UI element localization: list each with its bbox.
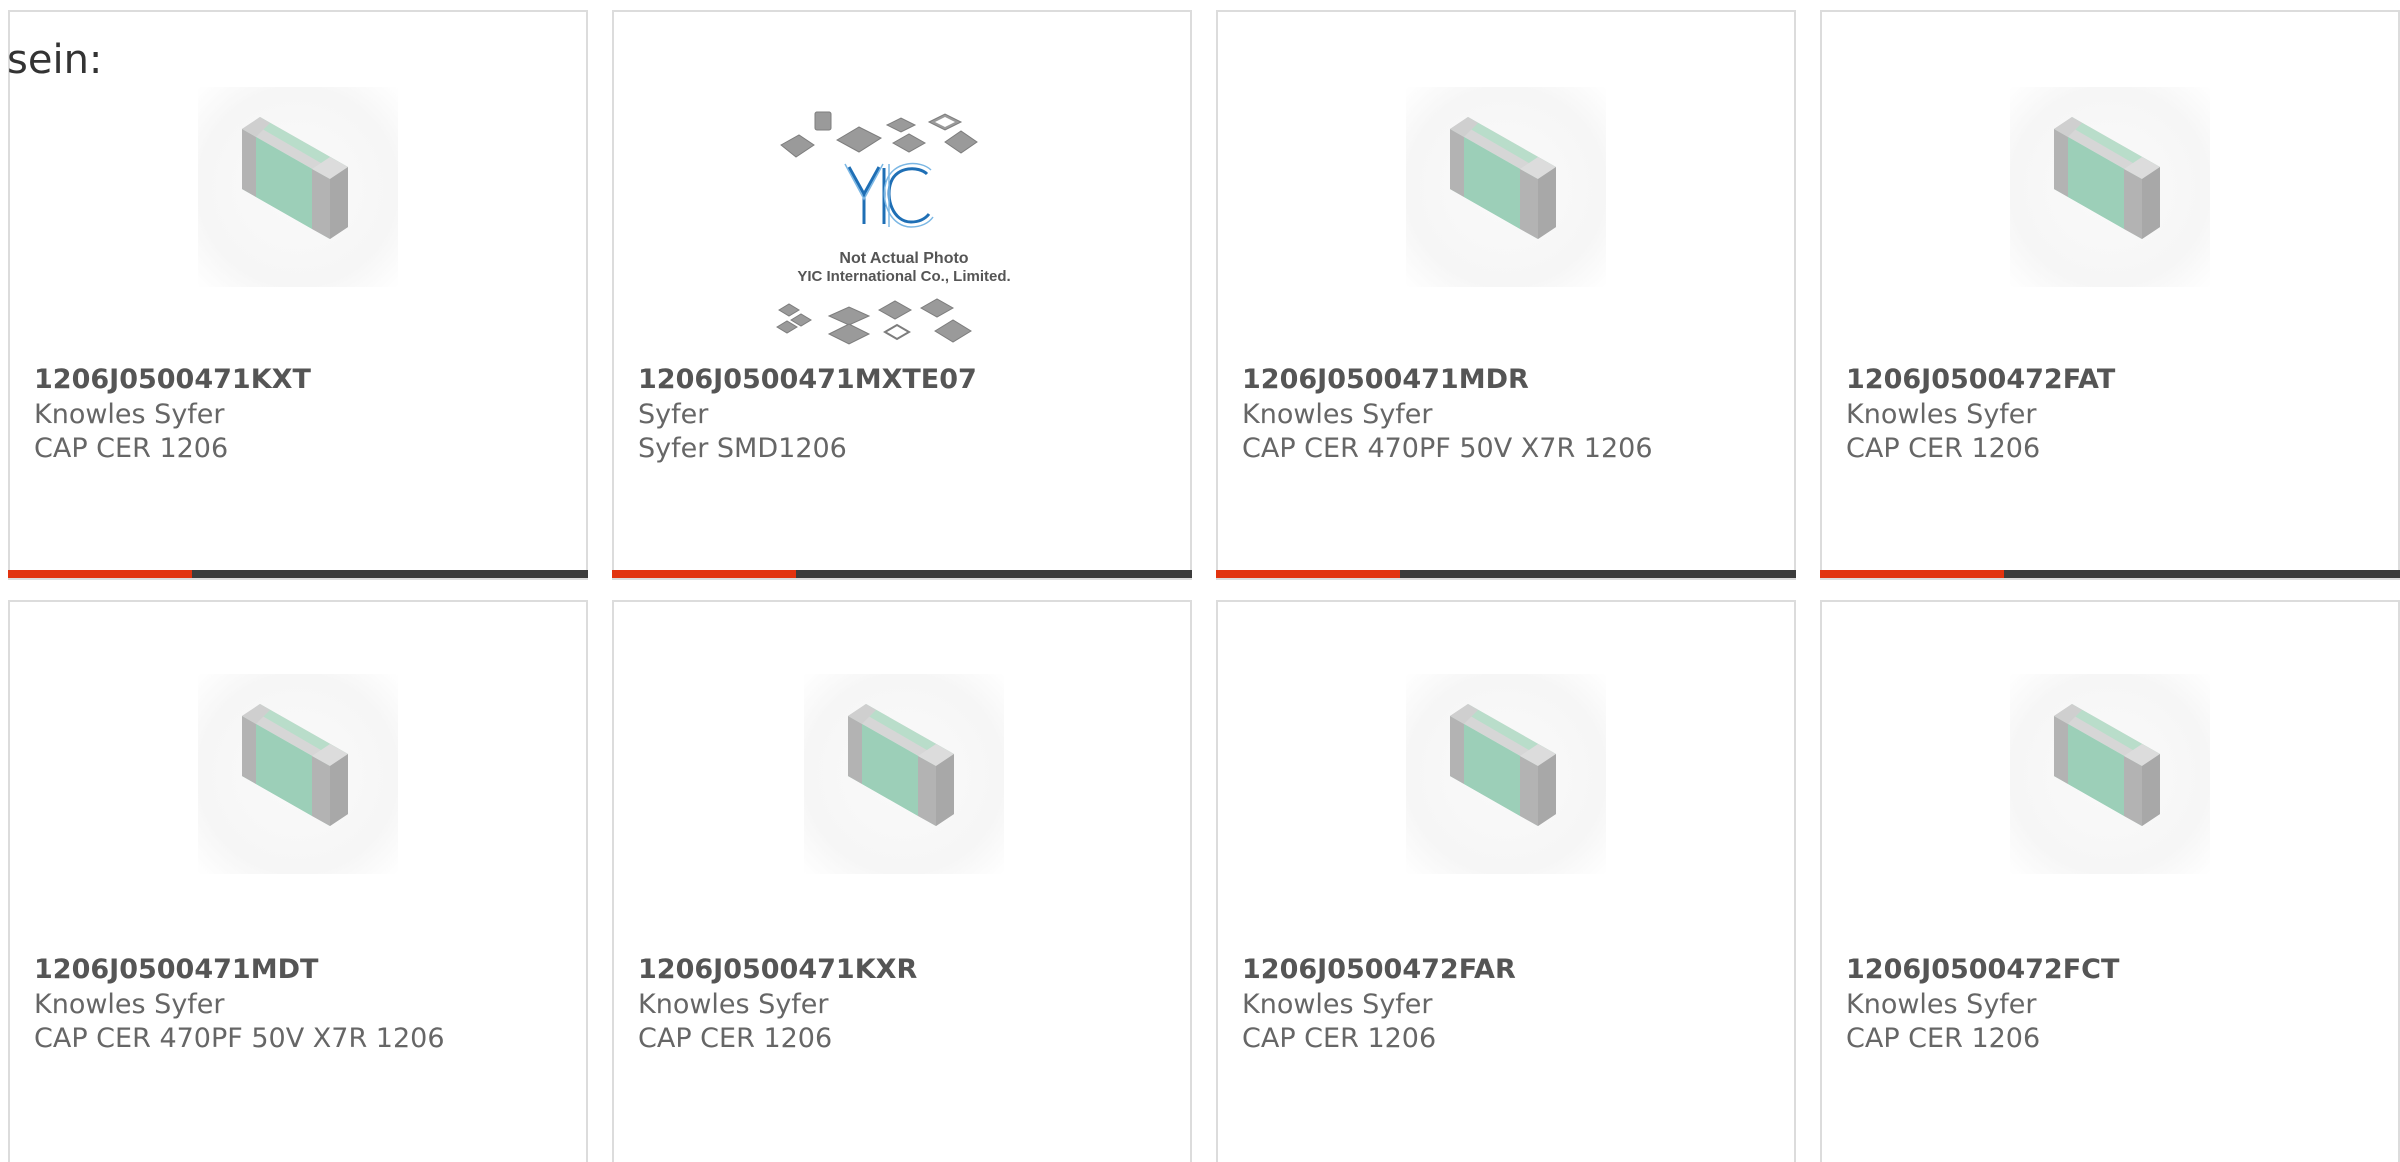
not-actual-photo-placeholder[interactable]: Not Actual Photo YIC International Co., … bbox=[769, 102, 1039, 352]
product-card[interactable]: 1206J0500472FAT Knowles Syfer CAP CER 12… bbox=[1820, 10, 2400, 580]
product-manufacturer: Knowles Syfer bbox=[1242, 989, 1433, 1020]
product-part-number[interactable]: 1206J0500471MXTE07 bbox=[638, 364, 977, 395]
product-manufacturer: Knowles Syfer bbox=[1846, 989, 2037, 1020]
product-part-number[interactable]: 1206J0500472FCT bbox=[1846, 954, 2119, 985]
product-manufacturer: Knowles Syfer bbox=[1846, 399, 2037, 430]
product-card[interactable]: 1206J0500471MDR Knowles Syfer CAP CER 47… bbox=[1216, 10, 1796, 580]
capacitor-chip-icon[interactable] bbox=[804, 674, 1004, 874]
product-manufacturer: Knowles Syfer bbox=[34, 399, 225, 430]
capacitor-chip-icon[interactable] bbox=[198, 87, 398, 287]
product-grid-page: sein: 1206J0500471KXT Knowles Syfer CAP … bbox=[0, 0, 2400, 1162]
card-accent-bar bbox=[8, 570, 588, 578]
product-description: CAP CER 1206 bbox=[34, 433, 229, 464]
product-card[interactable]: 1206J0500471KXT Knowles Syfer CAP CER 12… bbox=[8, 10, 588, 580]
product-manufacturer: Syfer bbox=[638, 399, 709, 430]
product-card[interactable]: 1206J0500472FCT Knowles Syfer CAP CER 12… bbox=[1820, 600, 2400, 1162]
product-description: CAP CER 1206 bbox=[1242, 1023, 1437, 1054]
capacitor-chip-icon[interactable] bbox=[198, 674, 398, 874]
intro-text: sein: bbox=[7, 37, 103, 83]
product-part-number[interactable]: 1206J0500471KXR bbox=[638, 954, 917, 985]
product-part-number[interactable]: 1206J0500471KXT bbox=[34, 364, 311, 395]
product-manufacturer: Knowles Syfer bbox=[34, 989, 225, 1020]
card-accent-bar bbox=[612, 570, 1192, 578]
card-accent-bar bbox=[1820, 570, 2400, 578]
product-card[interactable]: Not Actual Photo YIC International Co., … bbox=[612, 10, 1192, 580]
product-part-number[interactable]: 1206J0500472FAT bbox=[1846, 364, 2115, 395]
card-accent-bar bbox=[1216, 570, 1796, 578]
capacitor-chip-icon[interactable] bbox=[1406, 87, 1606, 287]
capacitor-chip-icon[interactable] bbox=[1406, 674, 1606, 874]
product-manufacturer: Knowles Syfer bbox=[638, 989, 829, 1020]
product-part-number[interactable]: 1206J0500471MDT bbox=[34, 954, 318, 985]
product-description: CAP CER 1206 bbox=[1846, 433, 2041, 464]
product-description: Syfer SMD1206 bbox=[638, 433, 847, 464]
capacitor-chip-icon[interactable] bbox=[2010, 674, 2210, 874]
product-card[interactable]: 1206J0500471KXR Knowles Syfer CAP CER 12… bbox=[612, 600, 1192, 1162]
placeholder-caption-line2: YIC International Co., Limited. bbox=[797, 268, 1010, 285]
product-card[interactable]: 1206J0500472FAR Knowles Syfer CAP CER 12… bbox=[1216, 600, 1796, 1162]
product-description: CAP CER 470PF 50V X7R 1206 bbox=[1242, 433, 1653, 464]
placeholder-caption-line1: Not Actual Photo bbox=[839, 250, 968, 267]
product-description: CAP CER 1206 bbox=[1846, 1023, 2041, 1054]
product-card[interactable]: 1206J0500471MDT Knowles Syfer CAP CER 47… bbox=[8, 600, 588, 1162]
product-manufacturer: Knowles Syfer bbox=[1242, 399, 1433, 430]
product-part-number[interactable]: 1206J0500471MDR bbox=[1242, 364, 1529, 395]
product-part-number[interactable]: 1206J0500472FAR bbox=[1242, 954, 1516, 985]
product-description: CAP CER 470PF 50V X7R 1206 bbox=[34, 1023, 445, 1054]
capacitor-chip-icon[interactable] bbox=[2010, 87, 2210, 287]
product-description: CAP CER 1206 bbox=[638, 1023, 833, 1054]
